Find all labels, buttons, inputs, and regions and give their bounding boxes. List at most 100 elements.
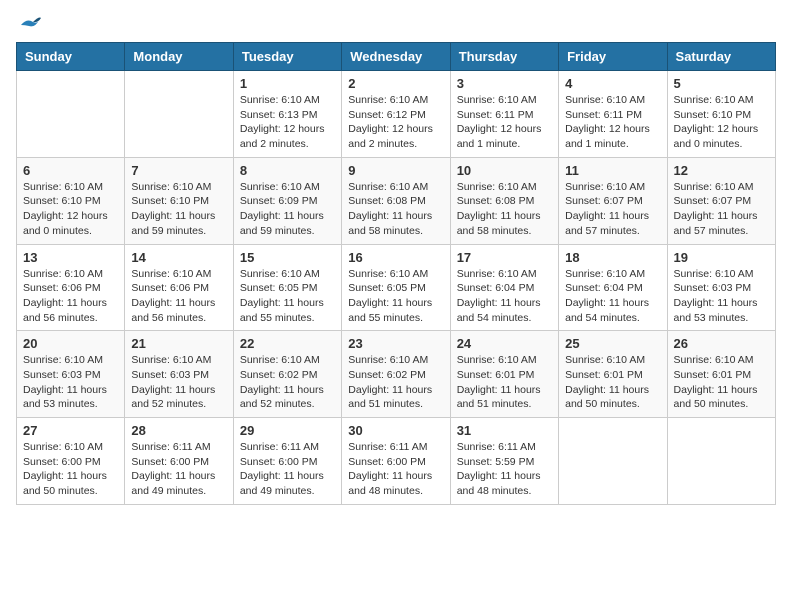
day-number: 20 [23,336,118,351]
calendar-table: SundayMondayTuesdayWednesdayThursdayFrid… [16,42,776,505]
day-number: 10 [457,163,552,178]
day-number: 22 [240,336,335,351]
day-info: Sunrise: 6:10 AM Sunset: 6:04 PM Dayligh… [565,267,660,326]
day-number: 7 [131,163,226,178]
day-number: 19 [674,250,769,265]
day-info: Sunrise: 6:10 AM Sunset: 6:11 PM Dayligh… [565,93,660,152]
day-number: 3 [457,76,552,91]
calendar-cell: 15 Sunrise: 6:10 AM Sunset: 6:05 PM Dayli… [233,244,341,331]
day-number: 9 [348,163,443,178]
day-number: 12 [674,163,769,178]
calendar-cell: 12 Sunrise: 6:10 AM Sunset: 6:07 PM Dayli… [667,157,775,244]
calendar-cell: 20Sunrise: 6:10 AM Sunset: 6:03 PM Dayli… [17,331,125,418]
day-info: Sunrise: 6:10 AM Sunset: 6:01 PM Dayligh… [565,353,660,412]
day-info: Sunrise: 6:10 AM Sunset: 6:13 PM Dayligh… [240,93,335,152]
calendar-cell: 25 Sunrise: 6:10 AM Sunset: 6:01 PM Dayli… [559,331,667,418]
day-info: Sunrise: 6:10 AM Sunset: 6:08 PM Dayligh… [348,180,443,239]
day-number: 4 [565,76,660,91]
day-number: 6 [23,163,118,178]
calendar-cell: 21 Sunrise: 6:10 AM Sunset: 6:03 PM Dayli… [125,331,233,418]
day-info: Sunrise: 6:10 AM Sunset: 6:05 PM Dayligh… [240,267,335,326]
day-info: Sunrise: 6:10 AM Sunset: 6:06 PM Dayligh… [131,267,226,326]
day-info: Sunrise: 6:10 AM Sunset: 6:07 PM Dayligh… [674,180,769,239]
weekday-header-row: SundayMondayTuesdayWednesdayThursdayFrid… [17,43,776,71]
calendar-cell: 26 Sunrise: 6:10 AM Sunset: 6:01 PM Dayli… [667,331,775,418]
calendar-cell [559,418,667,505]
day-info: Sunrise: 6:10 AM Sunset: 6:10 PM Dayligh… [674,93,769,152]
day-number: 1 [240,76,335,91]
calendar-cell: 16 Sunrise: 6:10 AM Sunset: 6:05 PM Dayli… [342,244,450,331]
calendar-cell: 6 Sunrise: 6:10 AM Sunset: 6:10 PM Daylig… [17,157,125,244]
calendar-cell: 2 Sunrise: 6:10 AM Sunset: 6:12 PM Daylig… [342,71,450,158]
day-info: Sunrise: 6:10 AM Sunset: 6:04 PM Dayligh… [457,267,552,326]
day-info: Sunrise: 6:10 AM Sunset: 6:12 PM Dayligh… [348,93,443,152]
calendar-cell [667,418,775,505]
day-number: 13 [23,250,118,265]
calendar-cell: 5 Sunrise: 6:10 AM Sunset: 6:10 PM Daylig… [667,71,775,158]
calendar-cell: 22Sunrise: 6:10 AM Sunset: 6:02 PM Dayli… [233,331,341,418]
day-info: Sunrise: 6:11 AM Sunset: 6:00 PM Dayligh… [348,440,443,499]
day-number: 15 [240,250,335,265]
day-number: 26 [674,336,769,351]
calendar-cell: 11Sunrise: 6:10 AM Sunset: 6:07 PM Dayli… [559,157,667,244]
weekday-header-friday: Friday [559,43,667,71]
day-number: 29 [240,423,335,438]
calendar-cell: 28 Sunrise: 6:11 AM Sunset: 6:00 PM Dayli… [125,418,233,505]
calendar-cell [17,71,125,158]
calendar-cell: 8Sunrise: 6:10 AM Sunset: 6:09 PM Daylig… [233,157,341,244]
calendar-cell [125,71,233,158]
day-info: Sunrise: 6:10 AM Sunset: 6:10 PM Dayligh… [23,180,118,239]
day-number: 17 [457,250,552,265]
day-number: 25 [565,336,660,351]
calendar-cell: 30 Sunrise: 6:11 AM Sunset: 6:00 PM Dayli… [342,418,450,505]
day-number: 30 [348,423,443,438]
calendar-cell: 7 Sunrise: 6:10 AM Sunset: 6:10 PM Daylig… [125,157,233,244]
day-number: 21 [131,336,226,351]
day-number: 27 [23,423,118,438]
weekday-header-sunday: Sunday [17,43,125,71]
day-number: 31 [457,423,552,438]
week-row-2: 6 Sunrise: 6:10 AM Sunset: 6:10 PM Daylig… [17,157,776,244]
logo [16,16,41,34]
day-number: 2 [348,76,443,91]
day-info: Sunrise: 6:10 AM Sunset: 6:05 PM Dayligh… [348,267,443,326]
calendar-cell: 4 Sunrise: 6:10 AM Sunset: 6:11 PM Daylig… [559,71,667,158]
calendar-cell: 23 Sunrise: 6:10 AM Sunset: 6:02 PM Dayli… [342,331,450,418]
day-number: 5 [674,76,769,91]
calendar-cell: 27Sunrise: 6:10 AM Sunset: 6:00 PM Dayli… [17,418,125,505]
week-row-4: 20 Sunrise: 6:10 AM Sunset: 6:03 PM Dayli… [17,331,776,418]
calendar-cell: 10 Sunrise: 6:10 AM Sunset: 6:08 PM Dayli… [450,157,558,244]
day-number: 23 [348,336,443,351]
weekday-header-wednesday: Wednesday [342,43,450,71]
day-info: Sunrise: 6:10 AM Sunset: 6:10 PM Dayligh… [131,180,226,239]
day-info: Sunrise: 6:10 AM Sunset: 6:03 PM Dayligh… [131,353,226,412]
day-info: Sunrise: 6:10 AM Sunset: 6:06 PM Dayligh… [23,267,118,326]
weekday-header-thursday: Thursday [450,43,558,71]
day-number: 16 [348,250,443,265]
day-info: Sunrise: 6:10 AM Sunset: 6:01 PM Dayligh… [674,353,769,412]
day-info: Sunrise: 6:10 AM Sunset: 6:08 PM Dayligh… [457,180,552,239]
day-number: 18 [565,250,660,265]
calendar-cell: 19Sunrise: 6:10 AM Sunset: 6:03 PM Dayli… [667,244,775,331]
day-info: Sunrise: 6:10 AM Sunset: 6:09 PM Dayligh… [240,180,335,239]
day-number: 24 [457,336,552,351]
day-info: Sunrise: 6:11 AM Sunset: 5:59 PM Dayligh… [457,440,552,499]
day-info: Sunrise: 6:10 AM Sunset: 6:01 PM Dayligh… [457,353,552,412]
calendar-cell: 14Sunrise: 6:10 AM Sunset: 6:06 PM Dayli… [125,244,233,331]
calendar-cell: 31 Sunrise: 6:11 AM Sunset: 5:59 PM Dayli… [450,418,558,505]
page-header [16,16,776,34]
day-info: Sunrise: 6:11 AM Sunset: 6:00 PM Dayligh… [240,440,335,499]
weekday-header-tuesday: Tuesday [233,43,341,71]
calendar-cell: 3Sunrise: 6:10 AM Sunset: 6:11 PM Daylig… [450,71,558,158]
week-row-5: 27Sunrise: 6:10 AM Sunset: 6:00 PM Dayli… [17,418,776,505]
day-info: Sunrise: 6:10 AM Sunset: 6:07 PM Dayligh… [565,180,660,239]
day-info: Sunrise: 6:10 AM Sunset: 6:02 PM Dayligh… [348,353,443,412]
day-number: 28 [131,423,226,438]
calendar-cell: 1 Sunrise: 6:10 AM Sunset: 6:13 PM Daylig… [233,71,341,158]
calendar-cell: 29 Sunrise: 6:11 AM Sunset: 6:00 PM Dayli… [233,418,341,505]
calendar-cell: 18 Sunrise: 6:10 AM Sunset: 6:04 PM Dayli… [559,244,667,331]
calendar-cell: 13 Sunrise: 6:10 AM Sunset: 6:06 PM Dayli… [17,244,125,331]
calendar-cell: 24 Sunrise: 6:10 AM Sunset: 6:01 PM Dayli… [450,331,558,418]
day-info: Sunrise: 6:11 AM Sunset: 6:00 PM Dayligh… [131,440,226,499]
calendar-cell: 9 Sunrise: 6:10 AM Sunset: 6:08 PM Daylig… [342,157,450,244]
